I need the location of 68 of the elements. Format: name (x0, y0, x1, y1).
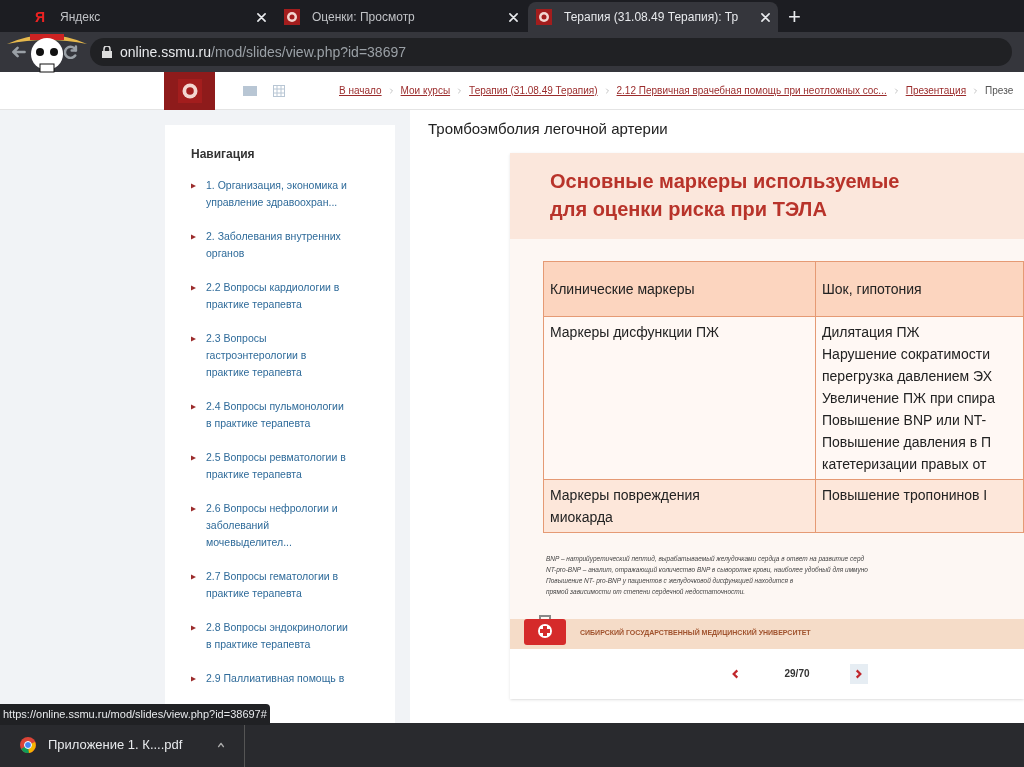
site-logo[interactable] (164, 71, 215, 110)
navigation-link[interactable]: 2.7 Вопросы гематологии в практике терапевта (206, 568, 352, 602)
chevron-icon (457, 87, 463, 94)
navigation-link[interactable]: 2.8 Вопросы эндокринологии в практике терапевта (206, 619, 352, 653)
url-text: online.ssmu.ru/mod/slides/view.php?id=38697 (120, 42, 406, 62)
navigation-link[interactable]: 2.6 Вопросы нефрологии и заболеваний мочевыделител... (206, 500, 352, 551)
next-button[interactable] (849, 663, 868, 684)
table-cell: Дилятация ПЖ Нарушение сократимости перегрузка давлением ЭХ Увеличение ПЖ при спира Повышение BNP или NT- Повышение давления в П катетеризации правых от (816, 316, 1024, 480)
bullet-icon (191, 625, 196, 631)
tab-title: Терапия (31.08.49 Терапия): Тр (564, 9, 740, 26)
page-title: Тромбоэмболия легочной артерии (428, 119, 669, 139)
close-icon[interactable] (509, 12, 518, 22)
status-url: https://online.ssmu.ru/mod/slides/view.php?id=38697# (0, 704, 270, 725)
bullet-icon (191, 234, 196, 240)
address-bar[interactable]: online.ssmu.ru/mod/slides/view.php?id=38697 (90, 38, 1012, 66)
navigation-link[interactable]: 2.2 Вопросы кардиологии в практике терапевта (206, 279, 352, 313)
bullet-icon (191, 574, 196, 580)
navigation-link[interactable]: 2. Заболевания внутренних органов (206, 228, 352, 262)
bullet-icon (191, 183, 196, 189)
table-cell: Маркеры повреждения миокарда (544, 479, 816, 533)
bullet-icon (191, 455, 196, 461)
tab-title: Яндекс (60, 9, 102, 26)
back-icon[interactable] (12, 45, 26, 59)
bullet-icon (191, 285, 196, 291)
tab-title: Оценки: Просмотр (312, 9, 416, 26)
tab-logo: Я (33, 10, 47, 24)
breadcrumb-link[interactable]: Презентация (905, 83, 967, 98)
bullet-icon (191, 336, 196, 342)
navigation-link[interactable]: 2.9 Паллиативная помощь в (206, 670, 352, 687)
new-tab-button[interactable]: + (788, 0, 801, 33)
crest-icon (177, 78, 202, 103)
table-header-cell: Клинические маркеры (544, 261, 816, 317)
reload-icon[interactable] (64, 45, 78, 59)
chevron-icon (973, 87, 979, 94)
browser-tab[interactable]: Оценки: Просмотр (276, 2, 526, 32)
close-icon[interactable] (761, 12, 770, 22)
table-header-cell: Шок, гипотония (816, 261, 1024, 317)
browser-tab[interactable]: Терапия (31.08.49 Терапия): Тр (528, 2, 778, 32)
chevron-left-icon (731, 668, 740, 679)
navigation-title: Навигация (191, 146, 256, 163)
breadcrumb-link[interactable]: Терапия (31.08.49 Терапия) (469, 83, 598, 98)
crest-icon (284, 9, 300, 25)
slide-title: Основные маркеры используемые для оценки риска при ТЭЛА (550, 168, 901, 222)
caret-icon[interactable] (216, 741, 226, 749)
chevron-icon (388, 87, 394, 94)
table-cell: Маркеры дисфункции ПЖ (544, 316, 816, 480)
breadcrumb-current: Презе (985, 84, 1014, 98)
table-cell: Повышение тропонинов I (816, 479, 1024, 533)
bullet-icon (191, 506, 196, 512)
file-name: Приложение 1. К....pdf (48, 736, 184, 755)
navigation-link[interactable]: 1. Организация, экономика и управление здравоохран... (206, 177, 352, 211)
bullet-icon (191, 676, 196, 682)
breadcrumb-link[interactable]: 2.12 Первичная врачебная помощь при неотложных сос... (616, 83, 887, 98)
navigation-link[interactable]: 2.3 Вопросы гастроэнтерологии в практике терапевта (206, 330, 352, 381)
chevron-icon (604, 87, 610, 94)
navigation-link[interactable]: 2.4 Вопросы пульмонологии в практике терапевта (206, 398, 352, 432)
navigation-link[interactable]: 2.5 Вопросы ревматологии в практике терапевта (206, 449, 352, 483)
browser-tab[interactable]: Я Яндекс (24, 2, 274, 32)
bullet-icon (191, 404, 196, 410)
chrome-icon (20, 737, 36, 753)
lock-icon (102, 46, 112, 58)
chevron-icon (893, 87, 899, 94)
chevron-right-icon (854, 668, 863, 679)
slide-counter: 29/70 (784, 667, 810, 681)
crest-icon (536, 9, 552, 25)
breadcrumb-link[interactable]: Мои курсы (400, 83, 451, 98)
breadcrumb-link[interactable]: В начало (339, 83, 382, 98)
close-icon[interactable] (257, 12, 266, 22)
